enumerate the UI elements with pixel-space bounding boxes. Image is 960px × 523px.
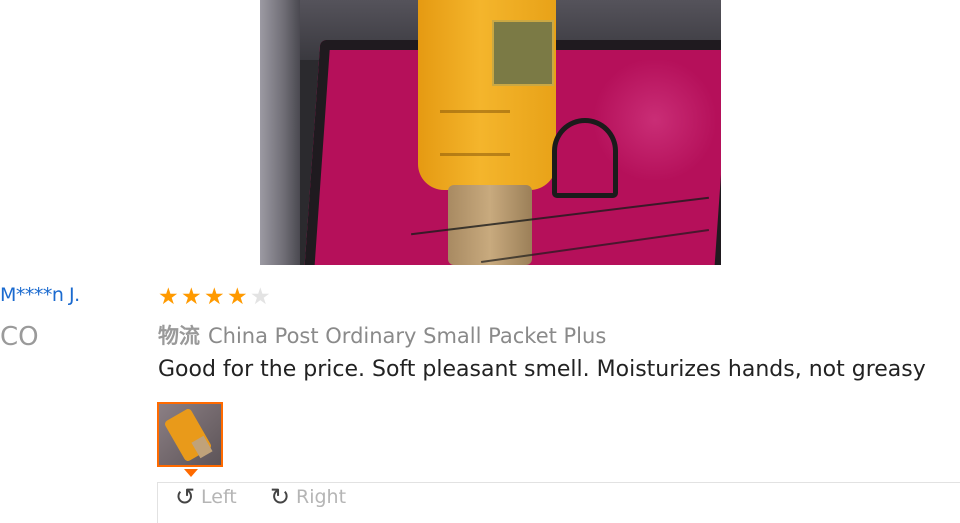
rotate-right-label: Right — [296, 486, 347, 508]
shipping-info: 物流 China Post Ordinary Small Packet Plus — [158, 320, 606, 350]
review-photo-thumbnail[interactable] — [157, 402, 223, 467]
rotate-left-label: Left — [201, 486, 237, 508]
rotate-left-button[interactable]: ↺ Left — [175, 483, 237, 511]
rotate-right-button[interactable]: ↻ Right — [270, 483, 347, 511]
shipping-label: 物流 — [158, 324, 200, 348]
rotate-left-icon: ↺ — [175, 483, 196, 511]
thumbnail-selected-pointer — [184, 469, 198, 477]
reviewer-country: CO — [0, 322, 39, 352]
star-icon: ★ — [227, 284, 248, 310]
review-text: Good for the price. Soft pleasant smell.… — [158, 357, 926, 382]
photo-shelf — [260, 0, 300, 265]
shipping-method: China Post Ordinary Small Packet Plus — [208, 324, 607, 348]
rotate-right-icon: ↻ — [270, 483, 291, 511]
star-icon: ★ — [181, 284, 202, 310]
rating-stars: ★ ★ ★ ★ ★ — [158, 286, 273, 310]
star-icon: ★ — [250, 284, 271, 310]
reviewer-name[interactable]: M****n J. — [0, 284, 80, 306]
star-icon: ★ — [158, 284, 179, 310]
review-photo-large[interactable] — [260, 0, 721, 265]
star-icon: ★ — [204, 284, 225, 310]
